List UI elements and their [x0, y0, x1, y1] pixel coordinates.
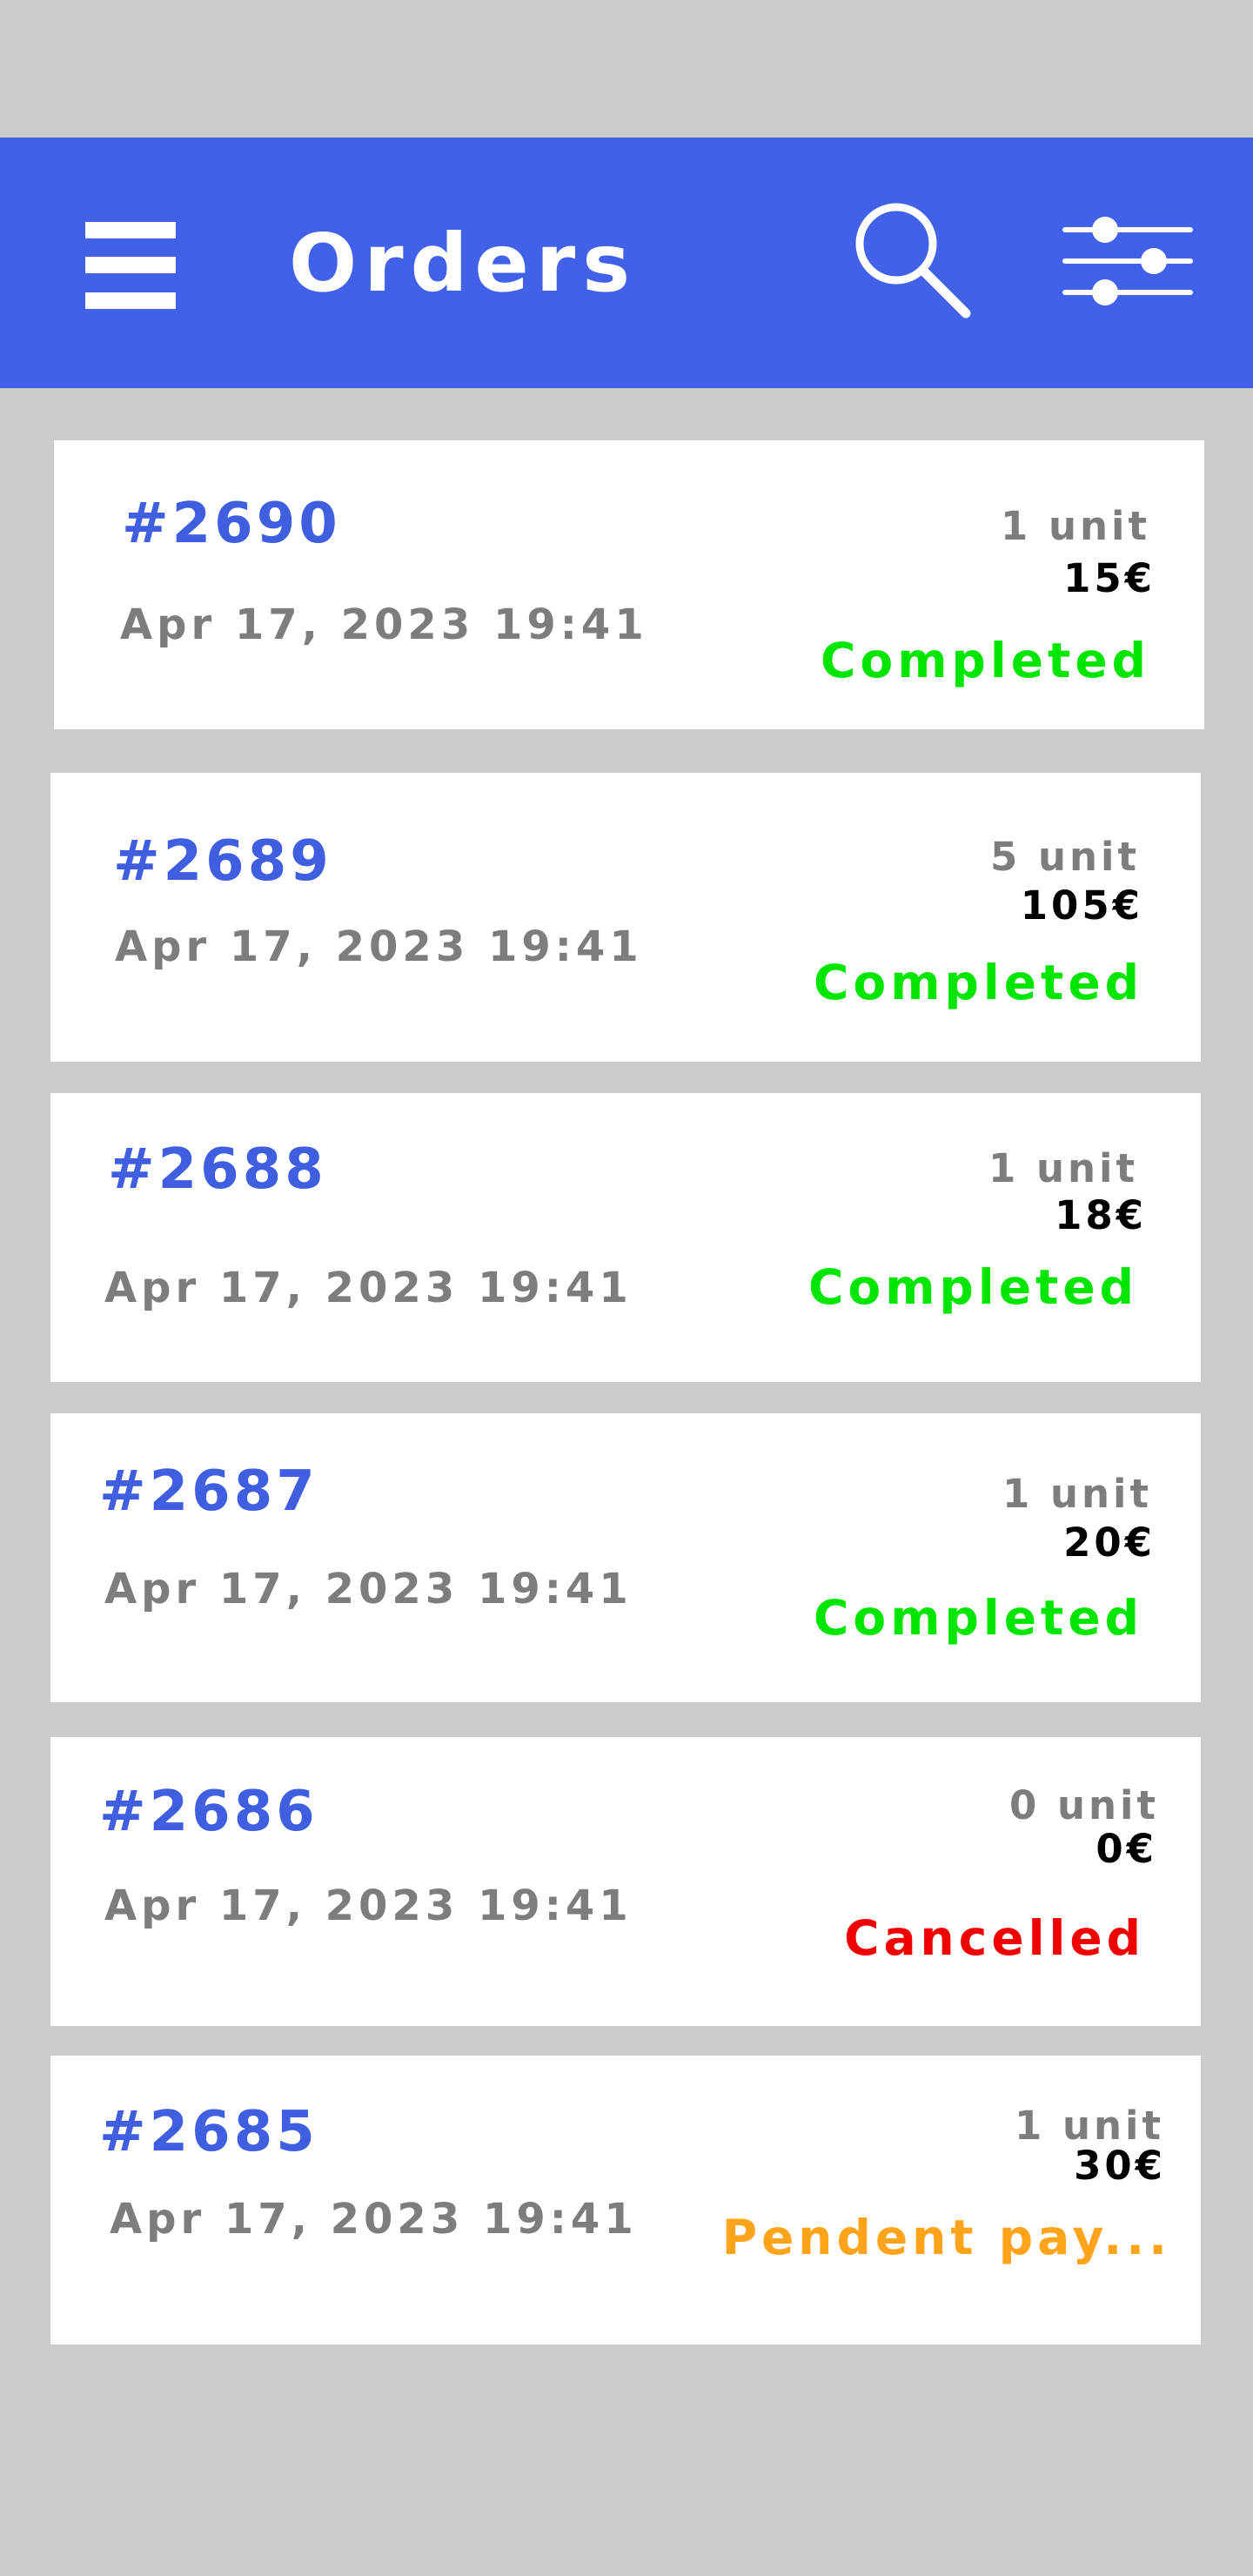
filter-sliders-icon — [1062, 217, 1193, 305]
page-title: Orders — [289, 217, 637, 310]
order-card[interactable]: #2685 Apr 17, 2023 19:41 1 unit 30€ Pend… — [50, 2056, 1201, 2345]
search-button[interactable] — [851, 198, 973, 320]
order-status: Completed — [814, 955, 1143, 1010]
order-units: 1 unit — [1015, 2103, 1164, 2149]
order-price: 105€ — [1020, 882, 1143, 929]
order-units: 1 unit — [1002, 1471, 1152, 1517]
order-units: 1 unit — [1001, 503, 1150, 549]
order-id: #2688 — [108, 1137, 327, 1202]
menu-button[interactable] — [85, 222, 176, 309]
menu-icon — [85, 222, 176, 309]
order-card[interactable]: #2689 Apr 17, 2023 19:41 5 unit 105€ Com… — [50, 773, 1201, 1062]
order-units: 0 unit — [1009, 1782, 1159, 1828]
order-date: Apr 17, 2023 19:41 — [115, 922, 643, 971]
order-date: Apr 17, 2023 19:41 — [120, 600, 648, 649]
order-price: 18€ — [1055, 1192, 1147, 1238]
order-units: 5 unit — [990, 834, 1140, 880]
order-id: #2687 — [99, 1459, 318, 1524]
filter-button[interactable] — [1060, 212, 1196, 315]
order-price: 15€ — [1063, 555, 1156, 601]
order-price: 30€ — [1074, 2143, 1166, 2189]
order-status: Completed — [814, 1590, 1143, 1646]
order-units: 1 unit — [988, 1145, 1138, 1191]
order-status: Cancelled — [844, 1910, 1145, 1966]
order-id: #2685 — [99, 2100, 318, 2164]
order-card[interactable]: #2690 Apr 17, 2023 19:41 1 unit 15€ Comp… — [54, 440, 1204, 729]
order-date: Apr 17, 2023 19:41 — [110, 2195, 638, 2244]
order-date: Apr 17, 2023 19:41 — [104, 1264, 633, 1312]
order-date: Apr 17, 2023 19:41 — [104, 1882, 633, 1930]
order-id: #2690 — [122, 492, 341, 556]
order-card[interactable]: #2687 Apr 17, 2023 19:41 1 unit 20€ Comp… — [50, 1413, 1201, 1702]
order-status: Completed — [808, 1259, 1138, 1315]
order-status: Completed — [821, 633, 1150, 688]
order-price: 0€ — [1096, 1826, 1157, 1872]
order-card[interactable]: #2688 Apr 17, 2023 19:41 1 unit 18€ Comp… — [50, 1093, 1201, 1382]
search-icon — [855, 203, 971, 319]
order-status: Pendent pay... — [721, 2210, 1171, 2265]
order-date: Apr 17, 2023 19:41 — [104, 1565, 633, 1613]
order-id: #2689 — [113, 829, 332, 894]
order-id: #2686 — [99, 1780, 318, 1844]
order-price: 20€ — [1063, 1519, 1156, 1566]
order-card[interactable]: #2686 Apr 17, 2023 19:41 0 unit 0€ Cance… — [50, 1737, 1201, 2026]
